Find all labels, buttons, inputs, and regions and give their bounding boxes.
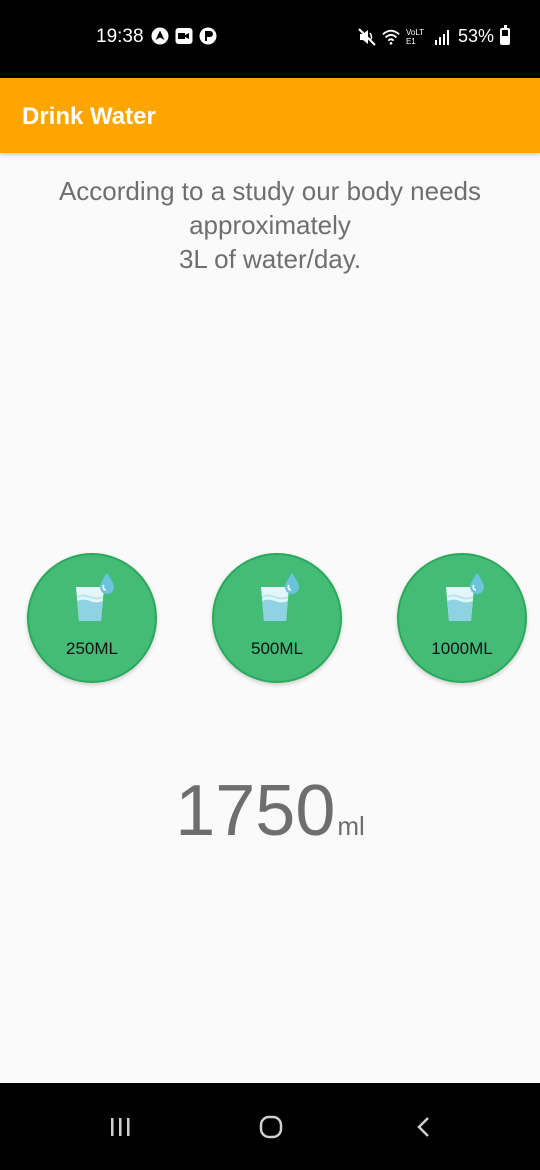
- home-icon: [259, 1115, 283, 1139]
- app-bar: Drink Water: [0, 78, 540, 153]
- recents-icon: [111, 1118, 130, 1136]
- status-bar: 19:38 VoLTE1 53%: [0, 0, 540, 78]
- app-notification-icon: [199, 27, 217, 45]
- total-unit: ml: [337, 811, 365, 841]
- info-line-1: According to a study our body needs: [58, 176, 482, 206]
- add-500ml-button[interactable]: 500ML: [212, 553, 342, 683]
- navigation-app-icon: [151, 27, 169, 45]
- back-button[interactable]: [404, 1111, 444, 1143]
- signal-icon: [434, 28, 452, 46]
- add-1000ml-button[interactable]: 1000ML: [397, 553, 527, 683]
- water-total: 1750ml: [0, 770, 540, 852]
- info-text: According to a study our body needs appr…: [20, 174, 520, 276]
- recents-button[interactable]: [101, 1111, 141, 1143]
- video-camera-icon: [175, 27, 193, 45]
- screen: 19:38 VoLTE1 53% Drink Water According t…: [0, 0, 540, 1170]
- info-line-2: approximately: [189, 210, 351, 240]
- status-system-icons: VoLTE1 53%: [358, 25, 510, 47]
- battery-icon: [500, 25, 510, 45]
- battery-percent: 53%: [457, 26, 494, 46]
- mute-icon: [358, 27, 376, 46]
- total-value: 1750: [175, 771, 336, 851]
- water-glass-icon: [261, 573, 299, 621]
- button-label-1000ml: 1000ML: [431, 639, 493, 658]
- info-line-3: 3L of water/day.: [178, 244, 362, 274]
- status-notification-icons: [151, 27, 217, 45]
- navigation-bar: [0, 1083, 540, 1170]
- wifi-icon: [382, 28, 400, 46]
- back-icon: [417, 1117, 429, 1137]
- home-button[interactable]: [251, 1111, 291, 1143]
- volte-label: VoLTE1: [405, 27, 425, 46]
- status-time: 19:38: [96, 26, 144, 47]
- button-label-250ml: 250ML: [66, 639, 118, 658]
- app-title: Drink Water: [22, 103, 156, 130]
- add-250ml-button[interactable]: 250ML: [27, 553, 157, 683]
- water-glass-icon: [76, 573, 114, 621]
- button-label-500ml: 500ML: [251, 639, 303, 658]
- water-glass-icon: [446, 573, 484, 621]
